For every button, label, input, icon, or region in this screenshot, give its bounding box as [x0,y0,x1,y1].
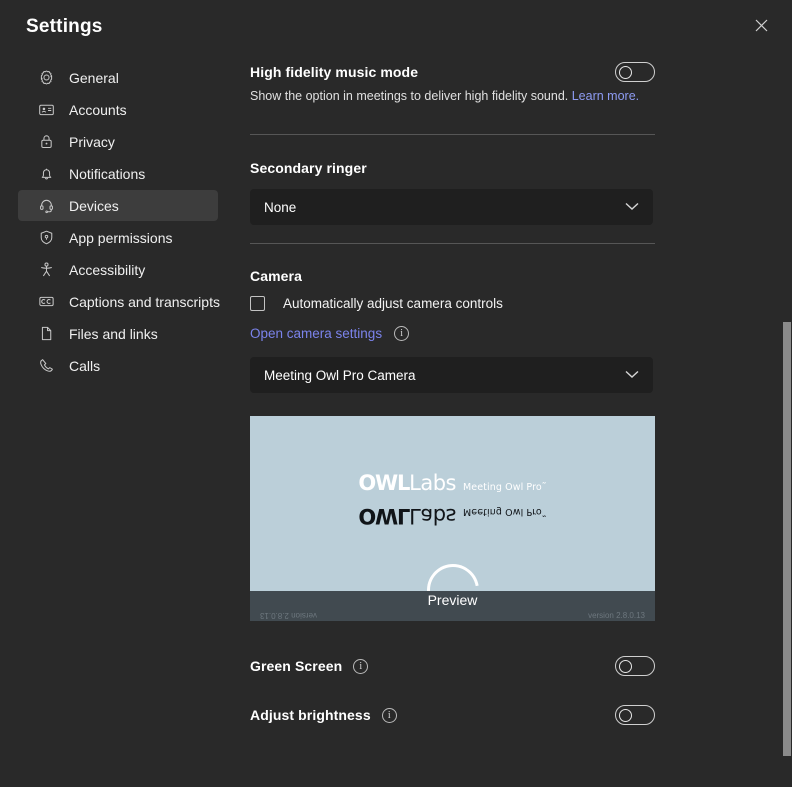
scrollbar-thumb[interactable] [783,322,791,756]
high-fidelity-toggle[interactable] [615,62,655,82]
secondary-ringer-dropdown[interactable]: None [250,189,653,225]
info-icon[interactable]: i [381,707,397,723]
sidebar-item-accounts[interactable]: Accounts [18,94,218,125]
adjust-brightness-row: Adjust brightness i [250,705,655,725]
sidebar-item-label: Devices [69,197,119,214]
owl-labs-logo-mirrored: OWL Labs Meeting Owl Pro˜ [358,504,546,528]
toggle-knob [619,708,632,722]
file-icon [36,324,56,344]
green-screen-title: Green Screen [250,658,343,674]
settings-window: Settings General Accounts Privacy Notifi… [0,0,792,787]
phone-icon [36,356,56,376]
camera-preview: OWL Labs Meeting Owl Pro˜ OWL Labs Meeti… [250,416,655,621]
high-fidelity-music-mode-section: High fidelity music mode Show the option… [250,62,655,103]
logo-labs-text-mirrored: Labs [409,504,456,528]
owl-labs-logo-upright: OWL Labs Meeting Owl Pro˜ [358,471,546,495]
camera-device-value: Meeting Owl Pro Camera [264,367,416,383]
camera-section: Camera Automatically adjust camera contr… [250,268,655,393]
chevron-down-icon [625,198,639,216]
settings-main-pane: High fidelity music mode Show the option… [236,0,792,787]
camera-title: Camera [250,268,302,284]
camera-preview-label: Preview [427,592,478,608]
id-card-icon [36,100,56,120]
secondary-ringer-value: None [264,199,297,215]
sidebar-item-label: Calls [69,357,101,374]
toggle-knob [619,65,632,79]
logo-owl-text: OWL [358,471,410,495]
adjust-brightness-toggle[interactable] [615,705,655,725]
sidebar-item-label: Accounts [69,101,127,118]
scrollbar-track[interactable] [782,0,792,787]
version-text: version 2.8.0.13 [588,611,645,620]
high-fidelity-header-row: High fidelity music mode [250,62,655,82]
high-fidelity-title: High fidelity music mode [250,64,419,80]
adjust-brightness-label-group: Adjust brightness i [250,707,397,723]
sidebar-item-privacy[interactable]: Privacy [18,126,218,157]
sidebar-item-captions-and-transcripts[interactable]: Captions and transcripts [18,286,220,317]
divider-after-secondary-ringer [250,243,655,244]
logo-subtitle-text: Meeting Owl Pro˜ [463,482,547,493]
logo-subtitle-text-mirrored: Meeting Owl Pro˜ [463,506,547,517]
info-icon[interactable]: i [394,326,410,341]
sidebar-item-accessibility[interactable]: Accessibility [18,254,218,285]
sidebar-item-label: App permissions [69,229,173,246]
logo-owl-text-mirrored: OWL [358,504,410,528]
green-screen-row: Green Screen i [250,656,655,676]
sidebar-item-label: General [69,69,119,86]
green-screen-label-group: Green Screen i [250,658,369,674]
auto-adjust-camera-controls-checkbox[interactable] [250,296,265,311]
secondary-ringer-title: Secondary ringer [250,160,367,176]
owl-labs-logo: OWL Labs Meeting Owl Pro˜ OWL Labs Meeti… [250,471,655,528]
lock-icon [36,132,56,152]
sidebar-item-label: Notifications [69,165,146,182]
camera-preview-footer: Preview version 2.8.0.13 version 2.8.0.1… [250,591,655,621]
logo-labs-text: Labs [409,471,456,495]
camera-preview-image: OWL Labs Meeting Owl Pro˜ OWL Labs Meeti… [250,416,655,621]
camera-device-dropdown[interactable]: Meeting Owl Pro Camera [250,357,653,393]
open-camera-settings-link[interactable]: Open camera settings [250,326,382,341]
sidebar-item-label: Files and links [69,325,158,342]
auto-adjust-camera-controls-row[interactable]: Automatically adjust camera controls [250,296,655,311]
accessibility-person-icon [36,260,56,280]
sidebar-item-app-permissions[interactable]: App permissions [18,222,218,253]
auto-adjust-camera-controls-label: Automatically adjust camera controls [283,296,503,311]
high-fidelity-description-text: Show the option in meetings to deliver h… [250,89,569,103]
toggle-knob [619,659,632,673]
settings-sidebar: General Accounts Privacy Notifications D… [0,62,236,382]
sidebar-item-files-and-links[interactable]: Files and links [18,318,218,349]
version-text-mirrored: version 2.8.0.13 [260,611,317,620]
sidebar-item-calls[interactable]: Calls [18,350,218,381]
headset-icon [36,196,56,216]
divider-after-high-fidelity [250,134,655,135]
gear-icon [36,68,56,88]
sidebar-item-label: Captions and transcripts [69,293,220,310]
learn-more-link[interactable]: Learn more. [572,89,639,103]
shield-icon [36,228,56,248]
sidebar-item-label: Privacy [69,133,115,150]
sidebar-item-notifications[interactable]: Notifications [18,158,218,189]
bell-icon [36,164,56,184]
chevron-down-icon [625,366,639,384]
page-title: Settings [26,16,103,37]
secondary-ringer-section: Secondary ringer None [250,160,655,225]
green-screen-toggle[interactable] [615,656,655,676]
sidebar-item-general[interactable]: General [18,62,218,93]
sidebar-item-devices[interactable]: Devices [18,190,218,221]
sidebar-item-label: Accessibility [69,261,146,278]
adjust-brightness-title: Adjust brightness [250,707,371,723]
open-camera-settings-row: Open camera settings i [250,326,655,341]
high-fidelity-description: Show the option in meetings to deliver h… [250,89,655,103]
info-icon[interactable]: i [353,658,369,674]
closed-caption-icon [36,292,56,312]
